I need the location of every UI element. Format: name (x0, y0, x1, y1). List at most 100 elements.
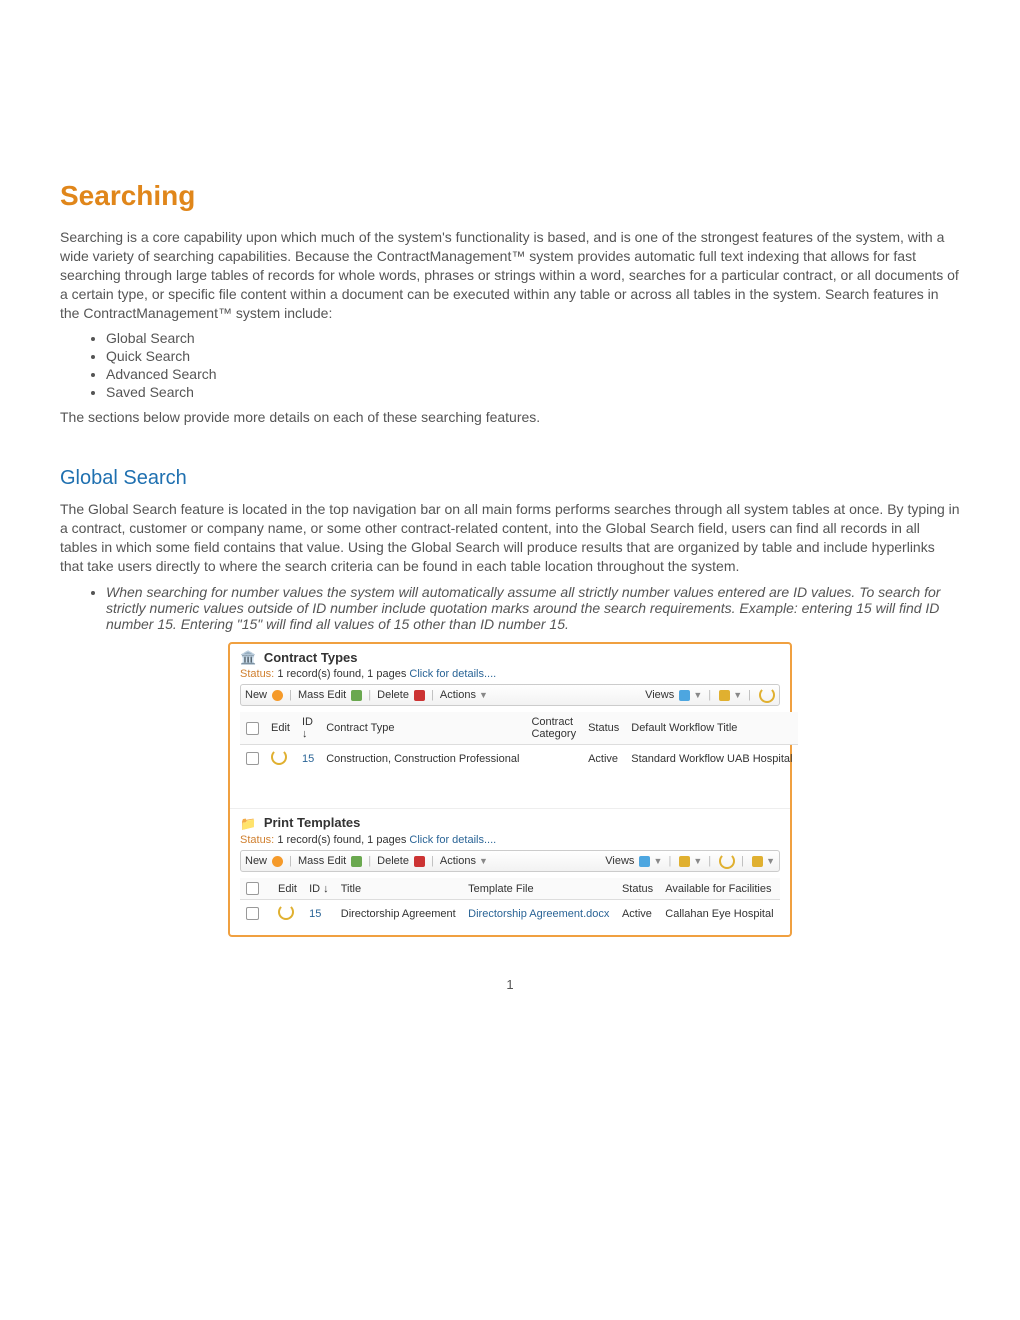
panel-title: 🏛️ Contract Types (240, 650, 780, 667)
note-list: When searching for number values the sys… (88, 584, 960, 632)
col-status[interactable]: Status (582, 712, 625, 745)
col-available-facilities[interactable]: Available for Facilities (659, 878, 780, 900)
col-contract-category[interactable]: Contract Category (525, 712, 582, 745)
row-contract-type: Construction, Construction Professional (320, 745, 525, 773)
chevron-down-icon: ▼ (733, 690, 742, 700)
edit-row-icon[interactable] (278, 904, 294, 920)
row-checkbox[interactable] (246, 907, 259, 920)
section-body: The Global Search feature is located in … (60, 500, 960, 576)
list-item: Global Search (106, 330, 960, 346)
table-row: 15 Construction, Construction Profession… (240, 745, 798, 773)
panel-toolbar: New | Mass Edit | Delete | Actions ▼ Vie… (240, 850, 780, 872)
edit-row-icon[interactable] (271, 749, 287, 765)
select-all-checkbox[interactable] (246, 882, 259, 895)
views-icon (679, 690, 690, 701)
panel-print-templates: 📁 Print Templates Status: 1 record(s) fo… (230, 808, 790, 935)
panel-title-text: Contract Types (264, 650, 358, 665)
col-id[interactable]: ID ↓ (303, 878, 335, 900)
col-id[interactable]: ID ↓ (296, 712, 320, 745)
row-status: Active (616, 900, 659, 928)
section-heading-global-search: Global Search (60, 467, 960, 490)
edit-icon (351, 690, 362, 701)
status-label: Status: (240, 668, 274, 680)
chevron-down-icon: ▼ (479, 690, 488, 700)
chevron-down-icon: ▼ (693, 856, 702, 866)
col-template-file[interactable]: Template File (462, 878, 616, 900)
col-title[interactable]: Title (335, 878, 462, 900)
chevron-down-icon: ▼ (654, 856, 663, 866)
refresh-icon (719, 853, 735, 869)
row-id[interactable]: 15 (303, 900, 335, 928)
status-details-link[interactable]: Click for details.... (409, 668, 496, 680)
col-edit[interactable]: Edit (265, 712, 296, 745)
results-table: Edit ID ↓ Title Template File Status Ava… (240, 878, 780, 927)
panel-title: 📁 Print Templates (240, 815, 780, 832)
delete-button[interactable]: Delete (377, 855, 425, 867)
chevron-down-icon: ▼ (479, 856, 488, 866)
list-item: Saved Search (106, 384, 960, 400)
intro-tail: The sections below provide more details … (60, 408, 960, 427)
new-icon (272, 856, 283, 867)
panel-status: Status: 1 record(s) found, 1 pages Click… (240, 668, 780, 680)
status-details-link[interactable]: Click for details.... (409, 834, 496, 846)
refresh-button[interactable] (757, 687, 775, 703)
actions-dropdown[interactable]: Actions ▼ (440, 689, 488, 701)
status-text: 1 record(s) found, 1 pages (277, 668, 406, 680)
mail-dropdown[interactable]: ▼ (717, 689, 742, 701)
mail-icon (719, 690, 730, 701)
row-status: Active (582, 745, 625, 773)
list-item: Quick Search (106, 348, 960, 364)
note-item: When searching for number values the sys… (106, 584, 960, 632)
panel-toolbar: New | Mass Edit | Delete | Actions ▼ Vie… (240, 684, 780, 706)
panel-status: Status: 1 record(s) found, 1 pages Click… (240, 834, 780, 846)
views-dropdown[interactable]: Views ▼ (605, 855, 662, 867)
chevron-down-icon: ▼ (693, 690, 702, 700)
chevron-down-icon: ▼ (766, 856, 775, 866)
table-header-row: Edit ID ↓ Title Template File Status Ava… (240, 878, 780, 900)
col-default-workflow[interactable]: Default Workflow Title (625, 712, 798, 745)
page-number: 1 (60, 977, 960, 992)
col-edit[interactable]: Edit (272, 878, 303, 900)
table-row: 15 Directorship Agreement Directorship A… (240, 900, 780, 928)
panel-title-text: Print Templates (264, 815, 361, 830)
search-result-screenshot: 🏛️ Contract Types Status: 1 record(s) fo… (228, 642, 792, 937)
mail-dropdown[interactable]: ▼ (677, 855, 702, 867)
row-available-facilities: Callahan Eye Hospital (659, 900, 780, 928)
row-id[interactable]: 15 (296, 745, 320, 773)
new-icon (272, 690, 283, 701)
page-title: Searching (60, 180, 960, 212)
print-templates-icon: 📁 (240, 816, 256, 831)
print-dropdown[interactable]: ▼ (750, 855, 775, 867)
row-template-file[interactable]: Directorship Agreement.docx (462, 900, 616, 928)
row-workflow: Standard Workflow UAB Hospital (625, 745, 798, 773)
edit-icon (351, 856, 362, 867)
status-text: 1 record(s) found, 1 pages (277, 834, 406, 846)
table-header-row: Edit ID ↓ Contract Type Contract Categor… (240, 712, 798, 745)
mass-edit-button[interactable]: Mass Edit (298, 689, 362, 701)
views-icon (639, 856, 650, 867)
results-table: Edit ID ↓ Contract Type Contract Categor… (240, 712, 798, 772)
refresh-icon (759, 687, 775, 703)
row-title: Directorship Agreement (335, 900, 462, 928)
new-button[interactable]: New (245, 855, 283, 867)
views-dropdown[interactable]: Views ▼ (645, 689, 702, 701)
status-label: Status: (240, 834, 274, 846)
actions-dropdown[interactable]: Actions ▼ (440, 855, 488, 867)
mass-edit-button[interactable]: Mass Edit (298, 855, 362, 867)
row-contract-category (525, 745, 582, 773)
mail-icon (679, 856, 690, 867)
col-status[interactable]: Status (616, 878, 659, 900)
intro-paragraph: Searching is a core capability upon whic… (60, 228, 960, 322)
panel-contract-types: 🏛️ Contract Types Status: 1 record(s) fo… (230, 644, 790, 781)
delete-button[interactable]: Delete (377, 689, 425, 701)
contract-types-icon: 🏛️ (240, 650, 256, 665)
refresh-button[interactable] (717, 853, 735, 869)
list-item: Advanced Search (106, 366, 960, 382)
row-checkbox[interactable] (246, 752, 259, 765)
select-all-checkbox[interactable] (246, 722, 259, 735)
trash-icon (414, 856, 425, 867)
trash-icon (414, 690, 425, 701)
print-icon (752, 856, 763, 867)
new-button[interactable]: New (245, 689, 283, 701)
col-contract-type[interactable]: Contract Type (320, 712, 525, 745)
